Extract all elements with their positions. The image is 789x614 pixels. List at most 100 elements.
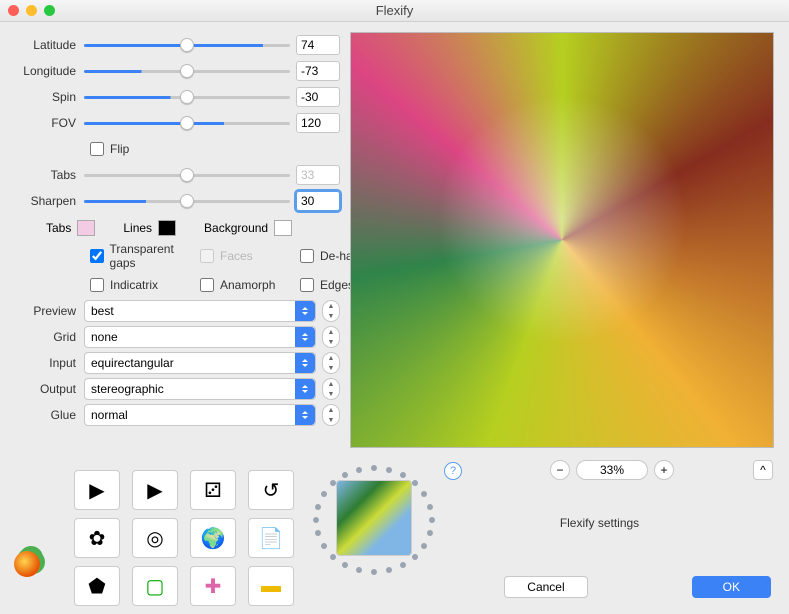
glue-dropdown[interactable]: normal (84, 404, 316, 426)
orientation-dot[interactable] (371, 465, 377, 471)
preview-label: Preview (12, 304, 84, 318)
spin-label: Spin (12, 90, 84, 104)
orientation-dot[interactable] (315, 530, 321, 536)
play-red-icon[interactable]: ▶ (74, 470, 120, 510)
input-label: Input (12, 356, 84, 370)
flower-icon[interactable]: ✿ (74, 518, 120, 558)
orientation-dot[interactable] (386, 467, 392, 473)
output-dropdown[interactable]: stereographic (84, 378, 316, 400)
preview-stepper[interactable]: ▲▼ (322, 300, 340, 322)
orientation-dot[interactable] (330, 554, 336, 560)
square-green-icon[interactable]: ▢ (132, 566, 178, 606)
grid-dropdown[interactable]: none (84, 326, 316, 348)
brick-yellow-icon[interactable]: ▬ (248, 566, 294, 606)
cancel-button[interactable]: Cancel (504, 576, 587, 598)
globe-icon[interactable]: 🌍 (190, 518, 236, 558)
plus-pink-icon[interactable]: ✚ (190, 566, 236, 606)
glue-stepper[interactable]: ▲▼ (322, 404, 340, 426)
preview-dropdown[interactable]: best (84, 300, 316, 322)
indicatrix-checkbox[interactable]: Indicatrix (90, 278, 200, 292)
orientation-dot[interactable] (427, 504, 433, 510)
transparent-gaps-checkbox[interactable]: Transparent gaps (90, 242, 200, 270)
tabs-color-swatch[interactable] (77, 220, 95, 236)
zoom-out-button[interactable]: − (550, 460, 570, 480)
sharpen-label: Sharpen (12, 194, 84, 208)
chevron-updown-icon (295, 379, 315, 399)
preview-image[interactable] (350, 32, 774, 448)
output-label: Output (12, 382, 84, 396)
background-color-swatch[interactable] (274, 220, 292, 236)
dice-icon[interactable]: ⚂ (190, 470, 236, 510)
longitude-value[interactable] (296, 61, 340, 81)
orientation-dot[interactable] (321, 543, 327, 549)
orientation-dot[interactable] (421, 491, 427, 497)
zoom-value[interactable]: 33% (576, 460, 648, 480)
orientation-globe[interactable] (304, 460, 444, 580)
orientation-dot[interactable] (356, 467, 362, 473)
orientation-dot[interactable] (321, 491, 327, 497)
tabs-slider-label: Tabs (12, 168, 84, 182)
window-title: Flexify (0, 3, 789, 18)
latitude-label: Latitude (12, 38, 84, 52)
preset-button-grid: ▶ ▶ ⚂ ↺ ✿ ◎ 🌍 📄 ⬟ ▢ ✚ ▬ (74, 470, 294, 606)
fov-value[interactable] (296, 113, 340, 133)
orientation-dot[interactable] (400, 472, 406, 478)
chevron-updown-icon (295, 301, 315, 321)
chevron-updown-icon (295, 327, 315, 347)
tabs-swatch-label: Tabs (46, 221, 71, 235)
chevron-updown-icon (295, 405, 315, 425)
faces-checkbox: Faces (200, 242, 300, 270)
orientation-dot[interactable] (400, 562, 406, 568)
orientation-dot[interactable] (315, 504, 321, 510)
sharpen-slider[interactable] (84, 200, 290, 203)
orientation-dot[interactable] (342, 562, 348, 568)
tabs-value (296, 165, 340, 185)
app-icon[interactable] (14, 551, 40, 577)
longitude-slider[interactable] (84, 70, 290, 73)
gem-icon[interactable]: ⬟ (74, 566, 120, 606)
fov-slider[interactable] (84, 122, 290, 125)
tabs-slider[interactable] (84, 174, 290, 177)
background-swatch-label: Background (204, 221, 268, 235)
orientation-dot[interactable] (342, 472, 348, 478)
orientation-dot[interactable] (412, 480, 418, 486)
input-dropdown[interactable]: equirectangular (84, 352, 316, 374)
grid-label: Grid (12, 330, 84, 344)
orientation-dot[interactable] (313, 517, 319, 523)
chevron-updown-icon (295, 353, 315, 373)
sharpen-value[interactable] (296, 191, 340, 211)
controls-panel: Latitude Longitude Spin FOV Flip Tabs (12, 32, 340, 448)
grid-stepper[interactable]: ▲▼ (322, 326, 340, 348)
fov-label: FOV (12, 116, 84, 130)
orientation-dot[interactable] (412, 554, 418, 560)
spin-value[interactable] (296, 87, 340, 107)
flip-checkbox[interactable]: Flip (90, 142, 129, 156)
lines-swatch-label: Lines (123, 221, 152, 235)
undo-icon[interactable]: ↺ (248, 470, 294, 510)
spin-slider[interactable] (84, 96, 290, 99)
anamorph-checkbox[interactable]: Anamorph (200, 278, 300, 292)
orientation-dot[interactable] (386, 567, 392, 573)
settings-title: Flexify settings (462, 516, 737, 530)
globe-thumbnail (336, 480, 412, 556)
titlebar: Flexify (0, 0, 789, 22)
ring-icon[interactable]: ◎ (132, 518, 178, 558)
orientation-dot[interactable] (429, 517, 435, 523)
orientation-dot[interactable] (421, 543, 427, 549)
input-stepper[interactable]: ▲▼ (322, 352, 340, 374)
lines-color-swatch[interactable] (158, 220, 176, 236)
ok-button[interactable]: OK (692, 576, 771, 598)
zoom-in-button[interactable]: + (654, 460, 674, 480)
help-button[interactable]: ? (444, 462, 462, 480)
latitude-slider[interactable] (84, 44, 290, 47)
orientation-dot[interactable] (371, 569, 377, 575)
play-blue-icon[interactable]: ▶ (132, 470, 178, 510)
output-stepper[interactable]: ▲▼ (322, 378, 340, 400)
expand-button[interactable]: ^ (753, 460, 773, 480)
orientation-dot[interactable] (356, 567, 362, 573)
latitude-value[interactable] (296, 35, 340, 55)
glue-label: Glue (12, 408, 84, 422)
longitude-label: Longitude (12, 64, 84, 78)
page-icon[interactable]: 📄 (248, 518, 294, 558)
orientation-dot[interactable] (427, 530, 433, 536)
